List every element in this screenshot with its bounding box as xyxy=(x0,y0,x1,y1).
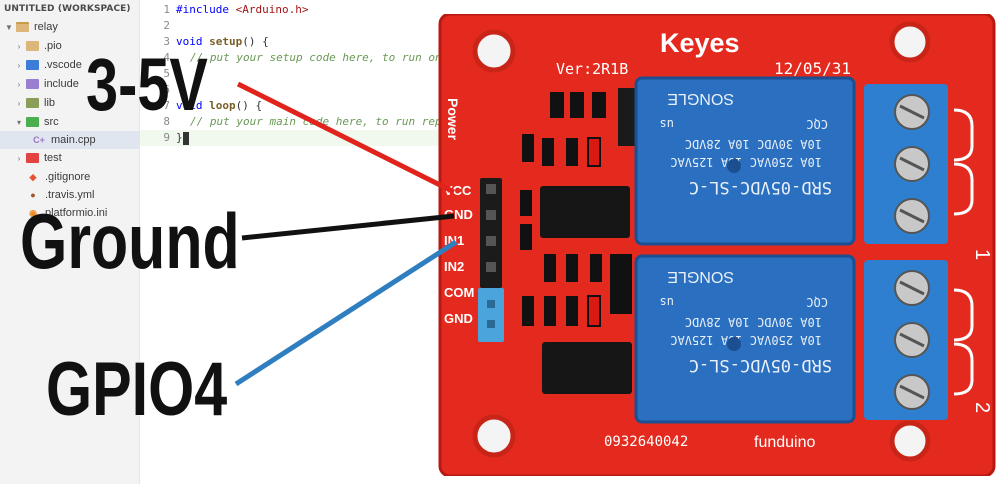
relay-ul-text: us xyxy=(660,295,674,309)
relay-2: SRD-05VDC-SL-C 10A 250VAC 10A 125VAC 10A… xyxy=(634,254,856,424)
pin-label-gnd: GND xyxy=(444,207,473,222)
workspace-title[interactable]: UNTITLED (WORKSPACE) xyxy=(4,4,131,14)
vcc-annotation: 3-5V xyxy=(86,43,208,126)
relay-model-text: SRD-05VDC-SL-C xyxy=(689,355,832,375)
gpio-wire xyxy=(234,239,458,387)
tree-item-label: .vscode xyxy=(44,59,82,71)
chevron-down-icon: ▾ xyxy=(16,117,21,127)
close-brace: } xyxy=(176,131,183,144)
version-text: Ver:2R1B xyxy=(556,60,628,78)
pin-label-com: COM xyxy=(444,285,474,300)
tree-item-label: src xyxy=(44,116,59,128)
code-line: 1 #include <Arduino.h> xyxy=(140,2,440,18)
phone-text: 0932640042 xyxy=(604,434,688,450)
relay-brand-text: SONGLE xyxy=(667,90,734,107)
relay-cert-text: CQC xyxy=(806,295,828,309)
relay-1: SRD-05VDC-SL-C 10A 250VAC 10A 125VAC 10A… xyxy=(634,76,856,246)
tree-item-relay[interactable]: ▼ relay xyxy=(0,18,140,36)
relay-spec-text: 10A 30VDC 10A 28VDC xyxy=(685,315,822,329)
tree-item-gitignore[interactable]: ◆ .gitignore xyxy=(0,168,140,186)
relay-cert-text: CQC xyxy=(806,117,828,131)
ground-annotation: Ground xyxy=(20,197,240,285)
maker-text: funduino xyxy=(754,434,815,451)
relay-board-photo: Keyes Ver:2R1B 12/05/31 Power 0932640042… xyxy=(438,14,996,476)
jumper-cap xyxy=(478,288,504,342)
parens-brace: () { xyxy=(242,35,269,48)
src-folder-icon xyxy=(26,117,39,127)
tree-item-label: .gitignore xyxy=(45,171,91,183)
gpio-annotation: GPIO4 xyxy=(46,347,228,432)
optocoupler-1 xyxy=(540,186,630,238)
power-label: Power xyxy=(445,98,461,141)
tree-item-label: main.cpp xyxy=(51,134,96,146)
brand-text: Keyes xyxy=(660,28,740,58)
folder-open-icon xyxy=(16,22,29,32)
tree-item-label: relay xyxy=(34,21,58,33)
include-file: <Arduino.h> xyxy=(235,3,309,16)
git-icon: ◆ xyxy=(29,171,37,182)
relay-spec-text: 10A 250VAC 10A 125VAC xyxy=(670,155,822,169)
relay-brand-text: SONGLE xyxy=(667,268,734,285)
cpp-file-icon: C+ xyxy=(33,135,45,145)
tree-item-test[interactable]: › test xyxy=(0,149,140,167)
test-folder-icon xyxy=(26,153,39,163)
lib-folder-icon xyxy=(26,98,39,108)
tree-item-main-cpp[interactable]: C+ main.cpp xyxy=(0,131,140,149)
vscode-folder-icon xyxy=(26,60,39,70)
tree-item-label: test xyxy=(44,152,62,164)
chevron-down-icon: ▼ xyxy=(5,22,13,32)
setup-comment: // put your setup code here, to run once… xyxy=(190,51,462,64)
code-line-active: 9} xyxy=(140,130,440,146)
line-number: 9 xyxy=(163,131,170,144)
relay-spec-text: 10A 250VAC 10A 125VAC xyxy=(670,333,822,347)
setup-function: setup xyxy=(209,35,243,48)
relay-spec-text: 10A 30VDC 10A 28VDC xyxy=(685,137,822,151)
screw-terminal-1 xyxy=(864,84,948,244)
include-directive: #include xyxy=(176,3,229,16)
parens-brace: () { xyxy=(235,99,263,112)
optocoupler-2 xyxy=(542,342,632,394)
gnd-wire xyxy=(241,213,455,241)
loop-function: loop xyxy=(209,99,236,112)
pin-header xyxy=(478,178,504,342)
date-text: 12/05/31 xyxy=(774,59,851,78)
chevron-right-icon: › xyxy=(17,79,21,89)
line-number: 1 xyxy=(163,3,170,16)
tree-item-label: lib xyxy=(44,97,56,109)
include-folder-icon xyxy=(26,79,39,89)
relay-model-text: SRD-05VDC-SL-C xyxy=(689,177,832,197)
chevron-right-icon: › xyxy=(17,153,21,163)
pin-label-vcc: VCC xyxy=(444,183,472,198)
channel-1-label: 1 xyxy=(971,249,993,260)
pin-label-in2: IN2 xyxy=(444,259,464,274)
channel-2-label: 2 xyxy=(971,402,993,413)
relay-ul-text: us xyxy=(660,117,674,131)
text-cursor xyxy=(182,131,189,145)
chevron-right-icon: › xyxy=(17,60,21,70)
pin-label-gnd2: GND xyxy=(444,311,473,326)
code-line: 2 xyxy=(140,18,440,34)
tree-item-label: include xyxy=(44,78,79,90)
chevron-right-icon: › xyxy=(17,41,21,51)
pin-label-in1: IN1 xyxy=(444,233,464,248)
screw-terminal-2 xyxy=(864,260,948,420)
tree-item-label: .pio xyxy=(44,40,62,52)
line-number: 2 xyxy=(163,19,170,32)
chevron-right-icon: › xyxy=(17,98,21,108)
folder-icon xyxy=(26,41,39,51)
